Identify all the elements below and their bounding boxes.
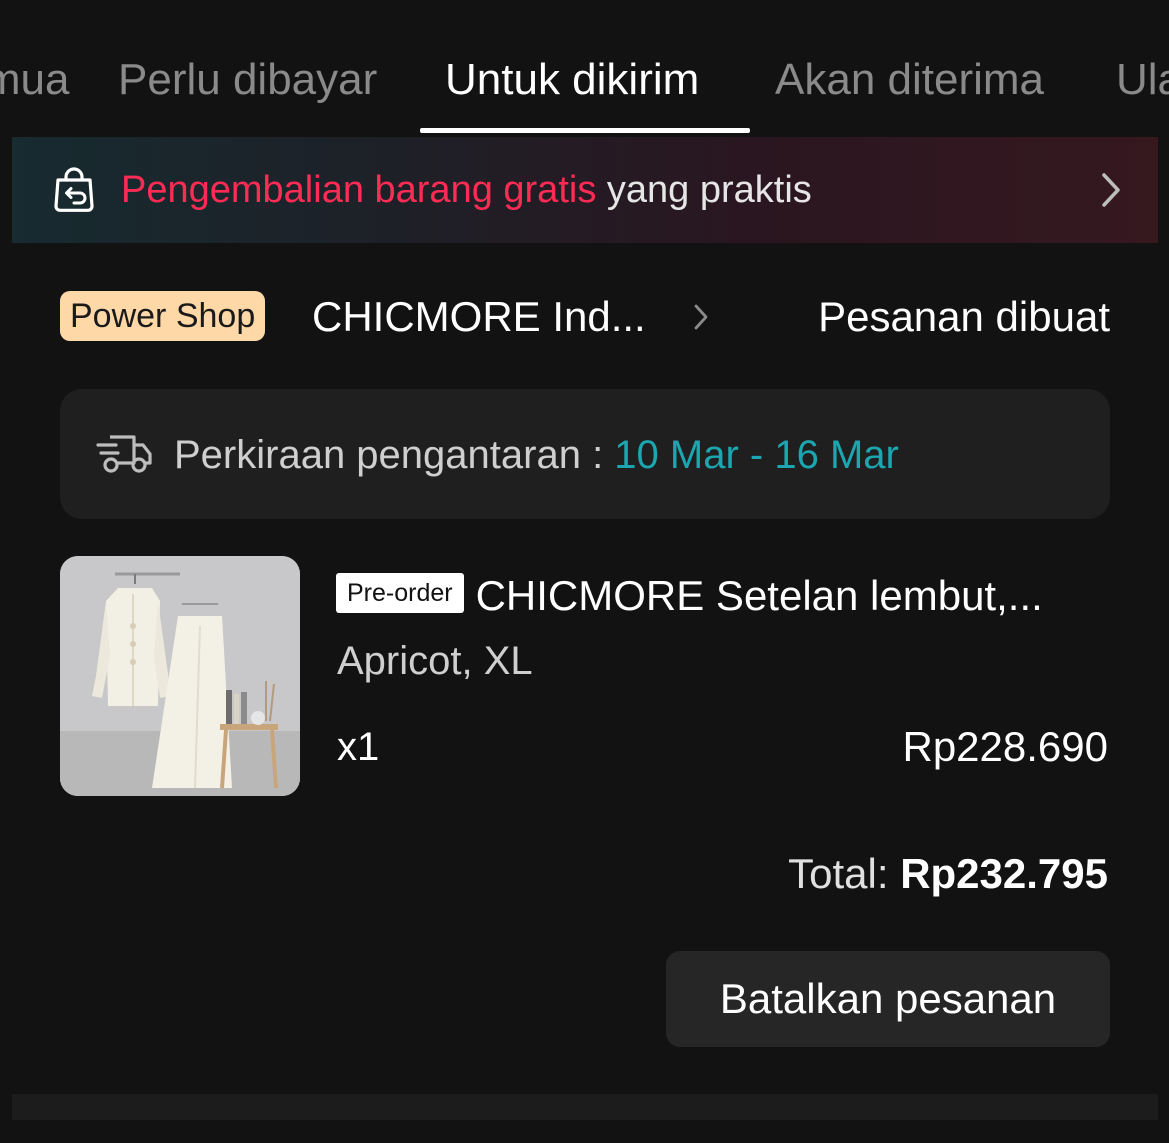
order-total: Total: Rp232.795 (788, 846, 1108, 902)
total-label: Total: (788, 850, 901, 897)
cancel-order-button[interactable]: Batalkan pesanan (666, 951, 1110, 1047)
banner-rest-text: yang praktis (596, 169, 812, 211)
product-photo (60, 556, 300, 796)
delivery-estimate-text: Perkiraan pengantaran : 10 Mar - 16 Mar (174, 427, 899, 483)
chevron-right-icon[interactable] (694, 304, 708, 330)
product-quantity: x1 (337, 725, 380, 769)
product-variant: Apricot, XL (337, 639, 533, 683)
order-status-label: Pesanan dibuat (818, 293, 1110, 340)
power-shop-badge: Power Shop (60, 291, 266, 341)
tab-ulasan[interactable]: Ulasan (1116, 52, 1169, 108)
product-title-row[interactable]: Pre-order CHICMORE Setelan lembut,... (336, 568, 1096, 626)
product-thumbnail[interactable] (60, 556, 300, 796)
delivery-estimate-box: Perkiraan pengantaran : 10 Mar - 16 Mar (60, 389, 1110, 519)
delivery-date: 10 Mar - 16 Mar (614, 433, 899, 477)
product-title: CHICMORE Setelan lembut,... (475, 572, 1043, 619)
tab-semua[interactable]: Semua (0, 52, 69, 108)
total-value: Rp232.795 (900, 850, 1108, 897)
preorder-badge: Pre-order (336, 573, 464, 613)
chevron-right-icon (1102, 173, 1120, 207)
product-price: Rp228.690 (902, 723, 1108, 770)
order-status-tabs: Semua Perlu dibayar Untuk dikirim Akan d… (0, 0, 1169, 134)
tab-akan-diterima[interactable]: Akan diterima (775, 52, 1044, 108)
active-tab-indicator (420, 128, 750, 133)
banner-highlight-text: Pengembalian barang gratis (121, 169, 597, 211)
shop-header: Power Shop CHICMORE Ind... Pesanan dibua… (60, 290, 1110, 346)
return-bag-icon (54, 167, 94, 212)
tab-untuk-dikirim[interactable]: Untuk dikirim (445, 52, 699, 108)
shop-name-link[interactable]: CHICMORE Ind... (312, 290, 646, 344)
section-divider (12, 1094, 1158, 1120)
delivery-truck-icon (96, 435, 152, 473)
delivery-label: Perkiraan pengantaran : (174, 433, 615, 477)
free-return-banner[interactable]: Pengembalian barang gratis yang praktis (12, 137, 1158, 243)
banner-text: Pengembalian barang gratis yang praktis (121, 163, 812, 217)
tab-perlu-dibayar[interactable]: Perlu dibayar (118, 52, 377, 108)
